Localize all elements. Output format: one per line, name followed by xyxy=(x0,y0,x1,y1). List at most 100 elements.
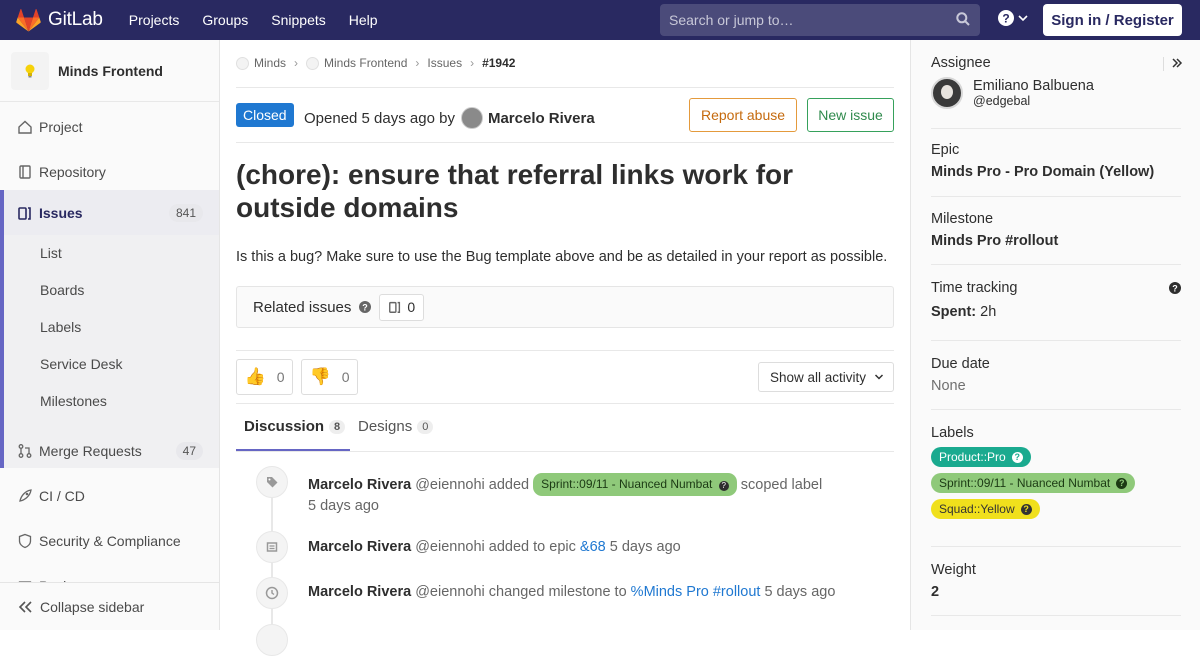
author-name[interactable]: Marcelo Rivera xyxy=(488,110,595,127)
spent-label: Spent: xyxy=(931,304,977,320)
divider xyxy=(931,264,1181,265)
note-handle[interactable]: @eiennohi xyxy=(415,477,485,493)
status-badge: Closed xyxy=(236,103,294,127)
sign-in-register-button[interactable]: Sign in / Register xyxy=(1043,4,1182,36)
breadcrumb-separator-icon: › xyxy=(415,56,420,70)
chevron-down-icon xyxy=(1018,15,1028,22)
assignee-section: Assignee Emiliano Balbuena @edgebal xyxy=(931,55,1181,109)
sidebar-item-merge-requests[interactable]: Merge Requests 47 xyxy=(0,428,219,473)
sidebar-item-security[interactable]: Security & Compliance xyxy=(0,518,219,563)
tab-count-badge: 8 xyxy=(329,419,346,434)
author-avatar[interactable] xyxy=(460,107,483,129)
note-author[interactable]: Marcelo Rivera xyxy=(308,584,411,600)
note-author[interactable]: Marcelo Rivera xyxy=(308,539,411,555)
note-action: added xyxy=(488,477,530,493)
breadcrumb-issue-number[interactable]: #1942 xyxy=(482,56,515,70)
activity-filter-dropdown[interactable]: Show all activity xyxy=(758,362,894,392)
note-handle[interactable]: @eiennohi xyxy=(415,584,485,600)
search-input[interactable] xyxy=(669,12,939,28)
search-icon xyxy=(956,12,970,26)
clock-icon xyxy=(265,586,279,600)
assignee-avatar xyxy=(931,77,963,109)
divider xyxy=(236,142,894,143)
subnav-item-labels[interactable]: Labels xyxy=(40,319,81,335)
label-badge[interactable]: Sprint::09/11 - Nuanced Numbat ? xyxy=(931,473,1136,493)
labels-list: Product::Pro ? Sprint::09/11 - Nuanced N… xyxy=(931,447,1181,525)
question-circle-icon: ? xyxy=(1011,451,1023,463)
timeline-note: Marcelo Rivera @eiennohi added Sprint::0… xyxy=(308,473,888,517)
sidebar-item-cicd[interactable]: CI / CD xyxy=(0,473,219,518)
search-box[interactable] xyxy=(660,4,980,36)
scoped-label-badge[interactable]: Sprint::09/11 - Nuanced Numbat ? xyxy=(533,473,737,496)
note-time: 5 days ago xyxy=(308,498,379,514)
breadcrumb-minds-frontend[interactable]: Minds Frontend xyxy=(324,56,407,70)
report-abuse-button[interactable]: Report abuse xyxy=(689,98,797,132)
epic-value[interactable]: Minds Pro - Pro Domain (Yellow) xyxy=(931,164,1181,180)
due-date-label: Due date xyxy=(931,356,990,372)
home-icon xyxy=(18,120,32,134)
issue-main-content: Minds › Minds Frontend › Issues › #1942 … xyxy=(236,40,894,656)
collapse-sidebar-button[interactable]: Collapse sidebar xyxy=(0,582,219,630)
gitlab-wordmark: GitLab xyxy=(48,9,103,30)
breadcrumb-issues[interactable]: Issues xyxy=(427,56,462,70)
milestone-section: Milestone Minds Pro #rollout xyxy=(931,211,1181,249)
thumbs-up-button[interactable]: 👍 0 xyxy=(236,359,293,395)
subnav-item-service-desk[interactable]: Service Desk xyxy=(40,356,122,372)
tab-designs[interactable]: Designs 0 xyxy=(358,418,434,435)
nav-help[interactable]: Help xyxy=(349,12,378,28)
note-suffix: scoped label xyxy=(740,477,823,493)
note-action: added to epic xyxy=(488,539,576,555)
timeline-note: Marcelo Rivera @eiennohi added to epic &… xyxy=(308,539,681,555)
gitlab-logo[interactable]: GitLab xyxy=(16,8,103,32)
sidebar-item-label: CI / CD xyxy=(39,487,85,504)
label-badge[interactable]: Squad::Yellow ? xyxy=(931,499,1040,519)
divider xyxy=(931,128,1181,129)
note-author[interactable]: Marcelo Rivera xyxy=(308,477,411,493)
divider xyxy=(931,546,1181,547)
assignee-info[interactable]: Emiliano Balbuena @edgebal xyxy=(931,77,1181,109)
label-badge[interactable]: Product::Pro ? xyxy=(931,447,1031,467)
subnav-item-milestones[interactable]: Milestones xyxy=(40,393,107,409)
tag-icon xyxy=(267,477,278,488)
issue-meta: Opened 5 days ago by Marcelo Rivera xyxy=(304,107,595,129)
sidebar-item-issues[interactable]: Issues 841 xyxy=(0,190,219,235)
epic-label: Epic xyxy=(931,142,960,158)
related-issues-block: Related issues ? 0 xyxy=(236,286,894,328)
issue-right-sidebar: Assignee Emiliano Balbuena @edgebal Epic… xyxy=(910,40,1200,630)
nav-projects[interactable]: Projects xyxy=(129,12,180,28)
related-issues-count-badge[interactable]: 0 xyxy=(379,293,425,321)
note-time: 5 days ago xyxy=(764,584,836,600)
epic-link[interactable]: &68 xyxy=(580,539,606,555)
question-circle-icon[interactable]: ? xyxy=(359,301,372,313)
new-issue-button[interactable]: New issue xyxy=(807,98,894,132)
milestone-link[interactable]: %Minds Pro #rollout xyxy=(631,584,761,600)
subnav-item-list[interactable]: List xyxy=(40,245,62,261)
thumbs-up-icon: 👍 xyxy=(244,367,266,386)
help-dropdown[interactable]: ? xyxy=(998,10,1028,26)
issue-title: (chore): ensure that referral links work… xyxy=(236,159,794,223)
nav-snippets[interactable]: Snippets xyxy=(271,12,325,28)
note-handle[interactable]: @eiennohi xyxy=(415,539,485,555)
project-header[interactable]: Minds Frontend xyxy=(0,40,219,102)
labels-label: Labels xyxy=(931,425,974,441)
collapse-sidebar-label: Collapse sidebar xyxy=(40,598,145,615)
chevron-down-icon xyxy=(875,374,884,380)
milestone-value[interactable]: Minds Pro #rollout xyxy=(931,233,1181,249)
nav-groups[interactable]: Groups xyxy=(202,12,248,28)
subnav-item-boards[interactable]: Boards xyxy=(40,282,84,298)
issue-description: Is this a bug? Make sure to use the Bug … xyxy=(236,249,888,265)
breadcrumb-minds[interactable]: Minds xyxy=(254,56,286,70)
thumbs-down-button[interactable]: 👎 0 xyxy=(301,359,358,395)
sidebar-item-repository[interactable]: Repository xyxy=(0,149,219,194)
question-circle-icon[interactable]: ? xyxy=(1169,282,1181,294)
project-name: Minds Frontend xyxy=(58,62,163,79)
sidebar-item-label: Project xyxy=(39,118,83,135)
lightbulb-icon xyxy=(25,64,35,77)
issues-icon xyxy=(18,206,31,220)
weight-section: Weight 2 xyxy=(931,562,1181,600)
tab-discussion[interactable]: Discussion 8 xyxy=(244,418,346,435)
sidebar-item-project[interactable]: Project xyxy=(0,104,219,149)
project-avatar xyxy=(11,51,49,90)
thumbs-down-count: 0 xyxy=(341,369,350,385)
tab-label: Discussion xyxy=(244,418,325,435)
